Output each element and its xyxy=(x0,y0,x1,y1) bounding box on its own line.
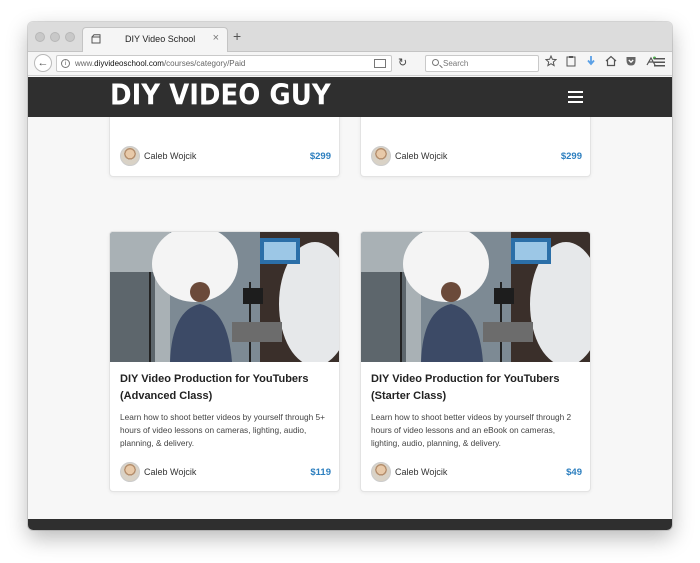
course-description: Learn how to shoot better videos by your… xyxy=(120,412,326,448)
course-card[interactable]: Caleb Wojcik $299 xyxy=(360,117,591,177)
url-bar[interactable]: i www.diyvideoschool.com/courses/categor… xyxy=(56,55,392,72)
card-footer: Caleb Wojcik $119 xyxy=(120,462,331,484)
card-footer: Caleb Wojcik $299 xyxy=(120,146,331,168)
author-name: Caleb Wojcik xyxy=(144,467,197,477)
url-text: www.diyvideoschool.com/courses/category/… xyxy=(75,59,245,68)
pocket-icon[interactable] xyxy=(625,55,637,67)
reload-icon[interactable]: ↻ xyxy=(398,56,407,69)
course-price: $299 xyxy=(560,151,582,162)
course-thumbnail xyxy=(110,232,339,362)
course-list: Caleb Wojcik $299 Caleb Wojcik $299 DIY … xyxy=(28,117,672,519)
tab-strip: DIY Video School × + xyxy=(28,22,672,53)
author-avatar xyxy=(120,146,140,166)
site-menu-icon[interactable] xyxy=(568,91,583,103)
author-avatar xyxy=(120,462,140,482)
tab-title: DIY Video School xyxy=(125,34,196,44)
browser-tab[interactable]: DIY Video School × xyxy=(82,27,228,53)
course-card[interactable]: DIY Video Production for YouTubers (Adva… xyxy=(109,231,340,492)
course-card[interactable]: Caleb Wojcik $299 xyxy=(109,117,340,177)
card-footer: Caleb Wojcik $49 xyxy=(371,462,582,484)
new-tab-button[interactable]: + xyxy=(233,28,241,44)
card-footer: Caleb Wojcik $299 xyxy=(371,146,582,168)
author-name: Caleb Wojcik xyxy=(395,151,448,161)
reader-view-icon[interactable] xyxy=(374,59,386,68)
clapperboard-icon xyxy=(91,34,101,44)
course-price: $299 xyxy=(309,151,331,162)
back-button[interactable]: ← xyxy=(34,54,52,72)
search-placeholder: Search xyxy=(443,59,469,68)
course-price: $119 xyxy=(310,467,331,478)
reading-list-icon[interactable] xyxy=(565,55,577,67)
author-name: Caleb Wojcik xyxy=(395,467,448,477)
window-close-button[interactable] xyxy=(35,32,45,42)
url-path: /courses/category/Paid xyxy=(163,59,246,68)
search-input[interactable]: Search xyxy=(425,55,539,72)
course-title[interactable]: DIY Video Production for YouTubers (Star… xyxy=(371,371,583,405)
course-thumbnail xyxy=(361,232,590,362)
window-zoom-button[interactable] xyxy=(65,32,75,42)
navigation-toolbar: ← i www.diyvideoschool.com/courses/categ… xyxy=(28,52,672,76)
window-minimize-button[interactable] xyxy=(50,32,60,42)
author-name: Caleb Wojcik xyxy=(144,151,197,161)
hamburger-menu-icon[interactable] xyxy=(654,57,666,68)
tab-close-icon[interactable]: × xyxy=(213,32,219,44)
download-icon[interactable] xyxy=(585,55,597,67)
site-footer xyxy=(28,519,672,530)
site-header: DIY VIDEO GUY xyxy=(28,77,672,117)
course-title[interactable]: DIY Video Production for YouTubers (Adva… xyxy=(120,371,332,405)
site-info-icon[interactable]: i xyxy=(61,59,70,68)
bookmark-star-icon[interactable] xyxy=(545,55,557,67)
course-price: $49 xyxy=(566,467,582,478)
browser-window: DIY Video School × + ← i www.diyvideosch… xyxy=(28,22,672,530)
home-icon[interactable] xyxy=(605,55,617,67)
site-logo[interactable]: DIY VIDEO GUY xyxy=(110,80,331,112)
author-avatar xyxy=(371,146,391,166)
url-prefix: www. xyxy=(75,59,95,68)
search-icon xyxy=(432,59,439,66)
author-avatar xyxy=(371,462,391,482)
course-description: Learn how to shoot better videos by your… xyxy=(371,412,572,448)
course-card[interactable]: DIY Video Production for YouTubers (Star… xyxy=(360,231,591,492)
url-domain: diyvideoschool.com xyxy=(94,59,164,68)
